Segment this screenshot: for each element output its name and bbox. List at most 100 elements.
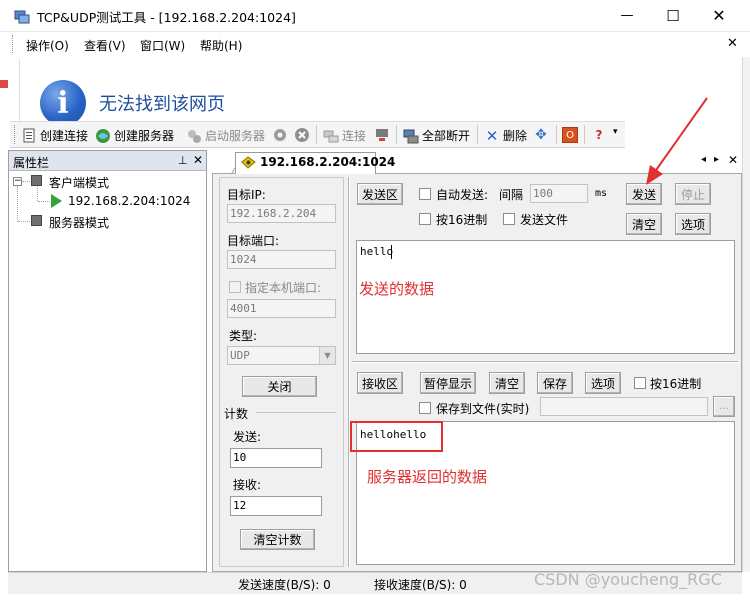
tree-server-mode[interactable]: 服务器模式 — [49, 214, 109, 231]
tree-line — [17, 186, 18, 222]
close-button[interactable]: ✕ — [696, 0, 742, 31]
send-hex-checkbox[interactable] — [419, 213, 431, 225]
server-icon — [95, 128, 111, 144]
info-icon: i — [40, 80, 86, 126]
receive-area-button[interactable]: 接收区 — [357, 372, 403, 394]
pin-icon[interactable]: ⊥ — [178, 154, 188, 167]
tree-line — [18, 221, 30, 222]
menu-operate[interactable]: 操作(O) — [26, 37, 69, 54]
interval-label: 间隔 — [499, 188, 524, 202]
type-label: 类型: — [229, 329, 258, 343]
clear-count-button[interactable]: 清空计数 — [240, 529, 315, 550]
send-content: hello — [360, 245, 394, 258]
menu-help[interactable]: 帮助(H) — [200, 37, 242, 54]
close-connection-button[interactable]: 关闭 — [242, 376, 317, 397]
send-clear-button[interactable]: 清空 — [626, 213, 662, 235]
pause-display-button[interactable]: 暂停显示 — [420, 372, 476, 394]
start-server-icon — [186, 128, 202, 144]
start-server-button[interactable]: 启动服务器 — [186, 127, 265, 144]
send-annotation: 发送的数据 — [359, 280, 435, 298]
save-button[interactable]: 保存 — [537, 372, 573, 394]
tree-client-mode[interactable]: 客户端模式 — [49, 174, 109, 191]
create-connection-button[interactable]: 创建连接 — [21, 127, 88, 144]
watermark: CSDN @youcheng_RGC — [534, 570, 722, 589]
menu-view[interactable]: 查看(V) — [84, 37, 126, 54]
app-icon — [14, 10, 30, 24]
tree-line — [38, 201, 50, 202]
sent-count-label: 发送: — [233, 430, 262, 444]
delete-icon: ✕ — [485, 126, 499, 145]
receive-hex-checkbox[interactable] — [634, 377, 646, 389]
auto-send-label: 自动发送: — [436, 188, 489, 202]
delete-button[interactable]: ✕ 删除 — [484, 126, 527, 145]
sent-count-field[interactable]: 10 — [230, 448, 322, 468]
menu-close-icon[interactable]: ✕ — [727, 36, 738, 51]
tab-close-icon[interactable]: ✕ — [728, 153, 738, 167]
send-file-checkbox[interactable] — [503, 213, 515, 225]
receive-speed-status: 接收速度(B/S): 0 — [374, 578, 467, 592]
send-speed-status: 发送速度(B/S): 0 — [238, 578, 331, 592]
close-icon: ✕ — [712, 6, 726, 25]
menu-window[interactable]: 窗口(W) — [140, 37, 185, 54]
power-icon: O — [562, 127, 578, 143]
property-panel-title: 属性栏 — [13, 156, 50, 170]
help-icon: ? — [595, 128, 603, 142]
receive-options-button[interactable]: 选项 — [585, 372, 621, 394]
toolbar-separator — [584, 125, 585, 144]
stop-server-button[interactable] — [272, 127, 288, 143]
local-port-field[interactable]: 4001 — [227, 299, 336, 318]
annotation-arrow — [646, 97, 708, 185]
save-to-file-checkbox[interactable] — [419, 402, 431, 414]
target-ip-label: 目标IP: — [227, 188, 266, 202]
target-port-field[interactable]: 1024 — [227, 250, 336, 269]
play-icon — [51, 194, 62, 208]
target-ip-field[interactable]: 192.168.2.204 — [227, 204, 336, 223]
received-count-field[interactable]: 12 — [230, 496, 322, 516]
exit-button[interactable]: O — [562, 127, 578, 143]
tab-connection-label: 192.168.2.204:1024 — [260, 155, 396, 169]
menu-grip — [12, 35, 16, 53]
received-count-label: 接收: — [233, 478, 262, 492]
network-button[interactable] — [374, 127, 390, 143]
server-mode-icon — [31, 215, 42, 226]
local-port-checkbox[interactable] — [229, 281, 241, 293]
window-title: TCP&UDP测试工具 - [192.168.2.204:1024] — [37, 10, 296, 25]
auto-send-checkbox[interactable] — [419, 188, 431, 200]
disconnect-all-label: 全部断开 — [422, 129, 471, 143]
network-icon — [374, 127, 390, 143]
save-to-file-label: 保存到文件(实时) — [436, 402, 530, 416]
receive-hex-label: 按16进制 — [650, 377, 702, 391]
disconnect-all-button[interactable]: 全部断开 — [403, 127, 470, 144]
cancel-button[interactable] — [294, 127, 310, 143]
edge-mark — [0, 80, 8, 88]
toolbar-overflow-icon[interactable]: ▾ — [613, 127, 618, 137]
tree-collapse-icon[interactable]: − — [13, 177, 22, 186]
toolbar-separator — [477, 125, 478, 144]
receive-clear-button[interactable]: 清空 — [489, 372, 525, 394]
maximize-button[interactable]: ☐ — [650, 0, 696, 31]
tree-client-connection[interactable]: 192.168.2.204:1024 — [68, 194, 190, 208]
send-area-button[interactable]: 发送区 — [357, 183, 403, 205]
maximize-icon: ☐ — [666, 6, 680, 25]
panel-close-icon[interactable]: ✕ — [193, 153, 203, 167]
client-mode-icon — [31, 175, 42, 186]
minimize-button[interactable]: — — [604, 0, 650, 31]
save-file-path-field[interactable] — [540, 397, 708, 416]
connection-tab-icon — [241, 156, 256, 169]
count-divider — [256, 412, 336, 413]
send-options-button[interactable]: 选项 — [675, 213, 711, 235]
connect-icon — [21, 128, 37, 144]
chevron-down-icon[interactable]: ▼ — [319, 347, 335, 364]
text-caret — [391, 245, 392, 259]
toolbar-grip — [14, 125, 17, 144]
connect-button[interactable]: 连接 — [323, 127, 366, 144]
interval-field[interactable]: 100 — [530, 184, 588, 203]
help-button[interactable]: ? — [591, 127, 607, 143]
tools-icon: ✥ — [535, 127, 547, 143]
area-divider — [352, 361, 738, 363]
browse-button[interactable]: ... — [713, 396, 735, 417]
create-server-button[interactable]: 创建服务器 — [95, 127, 174, 144]
toolbar-separator — [396, 125, 397, 144]
start-server-label: 启动服务器 — [205, 129, 266, 143]
tools-button[interactable]: ✥ — [533, 127, 549, 143]
